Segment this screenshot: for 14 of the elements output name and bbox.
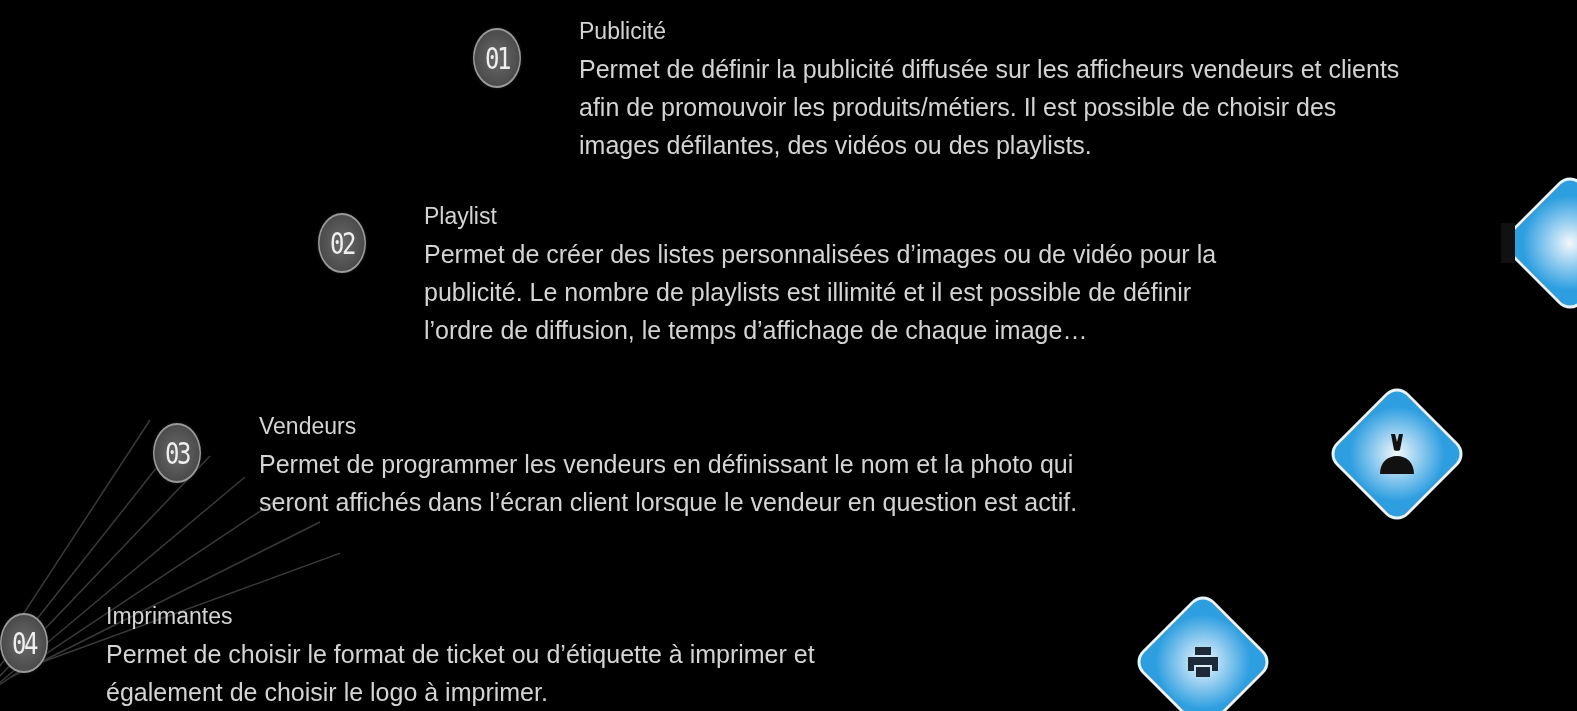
number-badge: 02 <box>318 213 366 273</box>
feature-title: Imprimantes <box>106 602 234 631</box>
person-icon <box>1380 434 1414 474</box>
feature-title: Playlist <box>424 202 498 231</box>
feature-title: Vendeurs <box>259 412 358 441</box>
feature-description: Permet de définir la publicité diffusée sur les afficheurs vendeurs et clients afin de promouvoir les produits/métiers. Il est possible de choisir des images défilantes, des vidéos ou des playlists. <box>579 54 1400 161</box>
feature-description: Permet de choisir le format de ticket ou d’étiquette à imprimer et également de choisir le logo à imprimer. <box>106 639 815 708</box>
number-badge: 04 <box>0 613 48 673</box>
number-badge: 03 <box>153 423 201 483</box>
feature-description: Permet de créer des listes personnalisées d’images ou de vidéo pour la publicité. Le nombre de playlists est illimité et il est possible de définir l’ordre de diffusion, le temps d’affichage de chaque image… <box>424 239 1217 346</box>
number-badge: 01 <box>473 28 521 88</box>
feature-description: Permet de programmer les vendeurs en définissant le nom et la photo qui seront affichés dans l’écran client lorsque le vendeur en question est actif. <box>259 449 1078 518</box>
printer-icon <box>1186 645 1220 679</box>
feature-title: Publicité <box>579 17 667 46</box>
